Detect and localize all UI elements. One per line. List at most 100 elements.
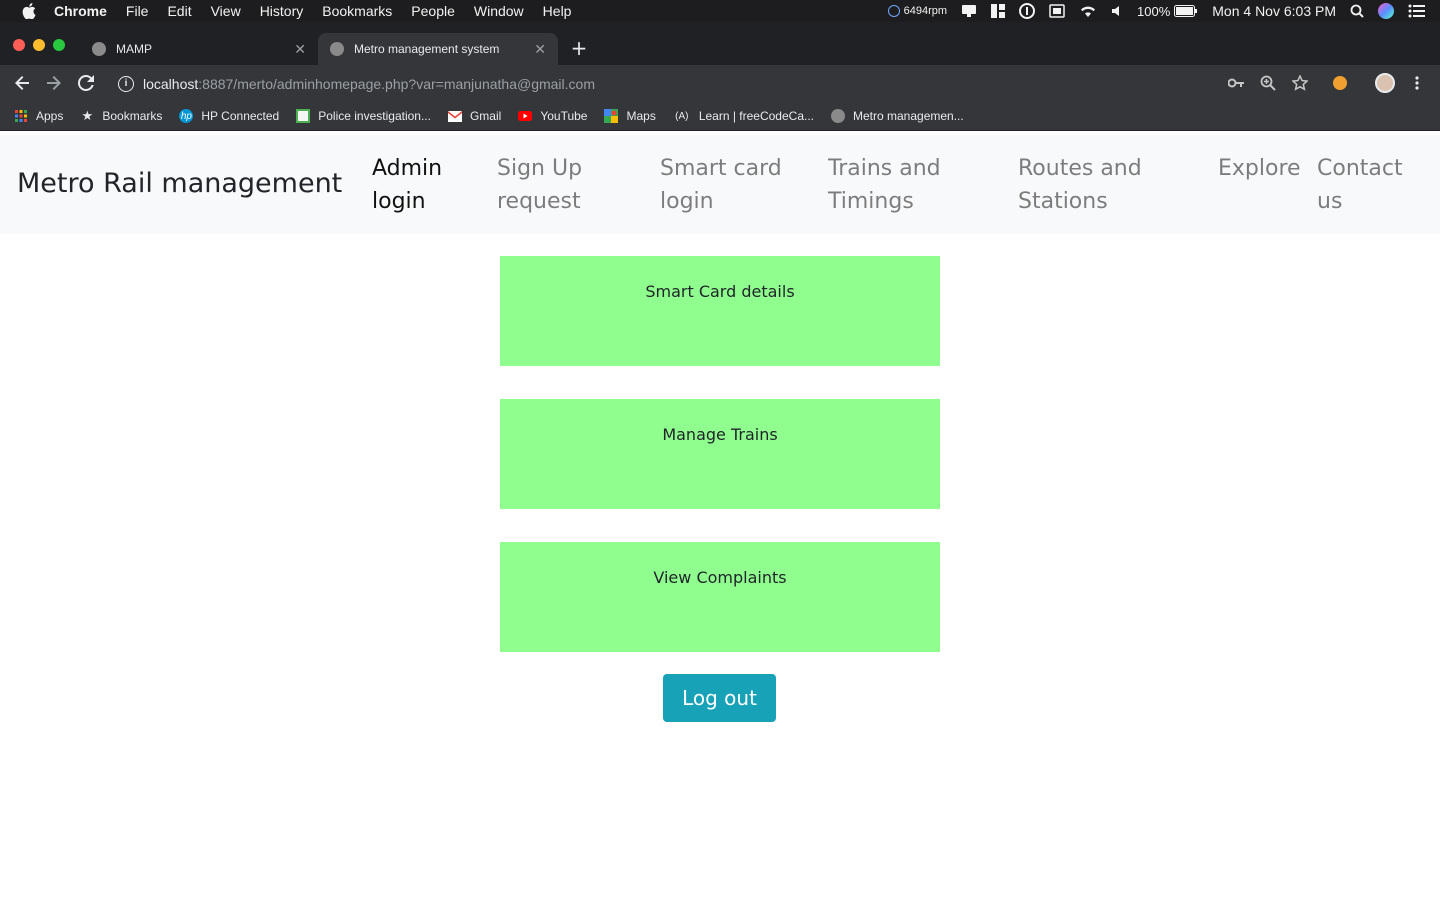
- profile-avatar[interactable]: [1375, 73, 1395, 93]
- nav-routes-and-stations[interactable]: Routes and Stations: [1018, 152, 1142, 218]
- notification-center-icon[interactable]: [1408, 4, 1426, 18]
- zoom-icon[interactable]: [1258, 73, 1278, 93]
- keyboard-input-icon[interactable]: [1049, 4, 1065, 18]
- menu-history[interactable]: History: [260, 3, 304, 19]
- freecodecamp-icon: (A): [675, 110, 689, 122]
- extension-icon[interactable]: [1330, 73, 1350, 93]
- menu-help[interactable]: Help: [543, 3, 572, 19]
- nav-link-line: Stations: [1018, 189, 1108, 214]
- reload-icon[interactable]: [76, 73, 96, 93]
- close-window-icon[interactable]: [13, 39, 25, 51]
- url-path: :8887/merto/adminhomepage.php?var=manjun…: [198, 75, 595, 92]
- bookmark-apps[interactable]: Apps: [14, 109, 63, 123]
- smart-card-details-card[interactable]: Smart Card details: [500, 256, 940, 366]
- manage-trains-card[interactable]: Manage Trains: [500, 399, 940, 509]
- tab-metro-management[interactable]: Metro management system ✕: [318, 33, 558, 65]
- siri-icon[interactable]: [1378, 3, 1394, 19]
- bookmark-label: Metro managemen...: [853, 109, 964, 123]
- fan-speed: 6494rpm: [903, 5, 948, 17]
- logout-button[interactable]: Log out: [663, 674, 776, 722]
- bookmark-label: HP Connected: [201, 109, 280, 123]
- bookmark-gmail[interactable]: Gmail: [447, 109, 502, 123]
- bookmark-star-icon[interactable]: [1290, 73, 1310, 93]
- tab-title: MAMP: [116, 42, 152, 56]
- page-content: Metro Rail management Admin login Sign U…: [0, 132, 1440, 900]
- battery-icon: [1174, 5, 1198, 17]
- bookmark-freecodecamp[interactable]: (A) Learn | freeCodeCa...: [673, 109, 814, 123]
- password-manager-icon[interactable]: [1019, 3, 1036, 19]
- gmail-icon: [447, 109, 462, 123]
- card-label: Smart Card details: [645, 282, 795, 301]
- page-icon: [831, 109, 845, 123]
- clock[interactable]: Mon 4 Nov 6:03 PM: [1212, 3, 1336, 19]
- bookmark-metro-management[interactable]: Metro managemen...: [831, 109, 964, 123]
- volume-icon[interactable]: [1111, 5, 1123, 17]
- nav-link-line: Timings: [828, 189, 914, 214]
- bookmark-youtube[interactable]: YouTube: [518, 109, 587, 123]
- menu-edit[interactable]: Edit: [167, 3, 191, 19]
- nav-sign-up-request[interactable]: Sign Up request: [497, 152, 582, 218]
- bookmark-bookmarks[interactable]: ★ Bookmarks: [80, 108, 163, 123]
- bookmark-label: Bookmarks: [102, 109, 163, 123]
- nav-contact-us[interactable]: Contact us: [1317, 152, 1403, 218]
- address-bar[interactable]: i localhost:8887/merto/adminhomepage.php…: [108, 69, 1288, 98]
- nav-link-line: Trains and: [828, 156, 941, 181]
- menu-people[interactable]: People: [411, 3, 455, 19]
- nav-link-line: Sign Up: [497, 156, 583, 181]
- nav-trains-and-timings[interactable]: Trains and Timings: [828, 152, 941, 218]
- nav-link-line: Smart card: [660, 156, 782, 181]
- menu-file[interactable]: File: [126, 3, 149, 19]
- more-menu-icon[interactable]: [1407, 73, 1427, 93]
- nav-link-line: us: [1317, 189, 1343, 214]
- bookmark-police-investigation[interactable]: Police investigation...: [296, 109, 431, 123]
- card-label: Manage Trains: [662, 425, 778, 444]
- tab-mamp[interactable]: MAMP ✕: [80, 33, 318, 65]
- nav-link-line: Explore: [1218, 156, 1301, 181]
- youtube-icon: [518, 109, 533, 123]
- notification-icon[interactable]: [961, 4, 977, 18]
- star-icon: ★: [81, 108, 94, 123]
- site-navbar: Metro Rail management Admin login Sign U…: [0, 135, 1440, 234]
- bookmark-label: YouTube: [540, 109, 588, 123]
- hp-icon: hp: [179, 109, 194, 123]
- battery-status[interactable]: 100%: [1137, 4, 1198, 19]
- wifi-icon[interactable]: [1079, 4, 1097, 18]
- menu-bookmarks[interactable]: Bookmarks: [322, 3, 392, 19]
- bookmark-label: Gmail: [469, 109, 502, 123]
- tab-strip: MAMP ✕ Metro management system ✕ +: [0, 22, 1440, 65]
- nav-explore[interactable]: Explore: [1218, 152, 1301, 185]
- back-arrow-icon[interactable]: [12, 73, 32, 93]
- nav-smart-card-login[interactable]: Smart card login: [660, 152, 782, 218]
- maps-icon: [604, 109, 619, 123]
- battery-percent: 100%: [1137, 3, 1171, 19]
- menu-window[interactable]: Window: [474, 3, 524, 19]
- macos-menu-bar: Chrome File Edit View History Bookmarks …: [0, 0, 1440, 22]
- window-layout-icon[interactable]: [991, 4, 1006, 18]
- maximize-window-icon[interactable]: [53, 39, 65, 51]
- minimize-window-icon[interactable]: [33, 39, 45, 51]
- bookmark-maps[interactable]: Maps: [604, 109, 656, 123]
- menu-app-name[interactable]: Chrome: [54, 3, 107, 19]
- browser-toolbar: i localhost:8887/merto/adminhomepage.php…: [0, 65, 1440, 102]
- nav-link-line: request: [497, 189, 581, 214]
- close-tab-icon[interactable]: ✕: [534, 41, 546, 58]
- card-label: View Complaints: [653, 568, 787, 587]
- site-brand[interactable]: Metro Rail management: [17, 168, 342, 199]
- new-tab-plus-icon[interactable]: +: [568, 37, 590, 59]
- nav-admin-login[interactable]: Admin login: [372, 152, 442, 218]
- bookmarks-bar: Apps ★ Bookmarks hp HP Connected Police …: [0, 102, 1440, 131]
- apple-menu-icon[interactable]: [20, 3, 38, 19]
- close-tab-icon[interactable]: ✕: [294, 41, 306, 58]
- site-info-icon[interactable]: i: [118, 75, 134, 92]
- nav-link-line: Admin: [372, 156, 443, 181]
- view-complaints-card[interactable]: View Complaints: [500, 542, 940, 652]
- fan-status[interactable]: 6494rpm: [887, 5, 948, 17]
- url-host: localhost: [143, 75, 199, 92]
- bookmark-hp-connected[interactable]: hp HP Connected: [179, 109, 279, 123]
- nav-link-line: Routes and: [1018, 156, 1142, 181]
- key-icon[interactable]: [1226, 73, 1246, 93]
- spotlight-search-icon[interactable]: [1350, 4, 1364, 18]
- menu-view[interactable]: View: [211, 3, 241, 19]
- forward-arrow-icon[interactable]: [44, 73, 64, 93]
- elephant-favicon-icon: [330, 42, 344, 56]
